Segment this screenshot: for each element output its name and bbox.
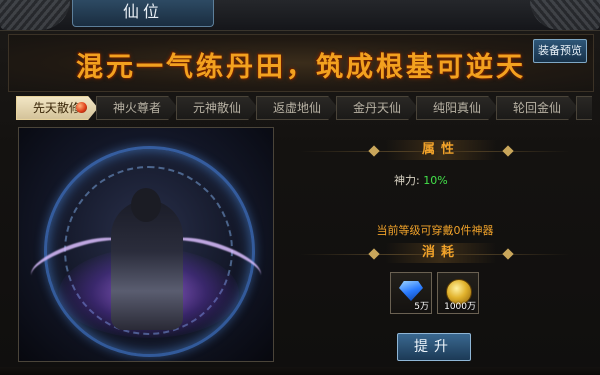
equip-note: 当前等级可穿戴0件神器 <box>376 224 494 237</box>
game-window: 仙位 混元一气练丹田，筑成根基可逆天 装备预览 先天散修 神火尊者 元神散仙 返… <box>0 0 600 375</box>
stat-value: 10% <box>423 174 448 187</box>
tab-label: 轮回金仙 <box>512 101 561 115</box>
divider-diamond-icon <box>502 145 514 157</box>
stat-label: 神力: <box>394 174 420 187</box>
equipment-preview-button[interactable]: 装备预览 <box>533 39 587 63</box>
dragon-ornament-right-icon <box>530 0 600 30</box>
tab-label: 先天散修 <box>32 101 81 115</box>
dragon-ornament-left-icon <box>0 0 70 30</box>
red-notification-dot-icon <box>76 102 87 113</box>
tab-rank-4[interactable]: 返虚地仙 <box>256 96 338 120</box>
item-count: 5万 <box>414 302 429 312</box>
tab-label: 元神散仙 <box>192 101 241 115</box>
slogan-banner: 混元一气练丹田，筑成根基可逆天 装备预览 <box>8 34 594 92</box>
banner-slogan: 混元一气练丹田，筑成根基可逆天 <box>76 52 526 83</box>
figure-head-icon <box>131 188 161 222</box>
tab-rank-3[interactable]: 元神散仙 <box>176 96 258 120</box>
tab-rank-6[interactable]: 纯阳真仙 <box>416 96 498 120</box>
consume-header: 消耗 <box>386 243 496 263</box>
tab-label: 纯阳真仙 <box>432 101 481 115</box>
tab-rank-1[interactable]: 先天散修 <box>16 96 98 120</box>
top-bar: 仙位 <box>0 0 600 31</box>
divider-diamond-icon <box>368 145 380 157</box>
item-count: 1000万 <box>444 302 476 312</box>
character-portrait <box>18 127 274 362</box>
tab-rank-2[interactable]: 神火尊者 <box>96 96 178 120</box>
tab-rank-8[interactable]: 太 <box>576 96 592 120</box>
divider-diamond-icon <box>502 248 514 260</box>
upgrade-button[interactable]: 提升 <box>397 333 471 361</box>
tab-label: 神火尊者 <box>112 101 161 115</box>
bottom-border <box>0 367 600 375</box>
tab-label: 返虚地仙 <box>272 101 321 115</box>
gold-cost-slot[interactable]: 1000万 <box>437 272 479 314</box>
power-stat: 神力: 10% <box>394 172 448 188</box>
diamond-cost-slot[interactable]: 5万 <box>390 272 432 314</box>
attributes-header: 属性 <box>386 140 496 160</box>
tab-rank-5[interactable]: 金丹天仙 <box>336 96 418 120</box>
rank-tabs: 先天散修 神火尊者 元神散仙 返虚地仙 金丹天仙 纯阳真仙 轮回金仙 太 <box>16 96 592 120</box>
divider-diamond-icon <box>368 248 380 260</box>
diamond-icon <box>399 281 423 301</box>
tab-rank-7[interactable]: 轮回金仙 <box>496 96 578 120</box>
tab-label: 金丹天仙 <box>352 101 401 115</box>
window-title-tab: 仙位 <box>72 0 214 27</box>
